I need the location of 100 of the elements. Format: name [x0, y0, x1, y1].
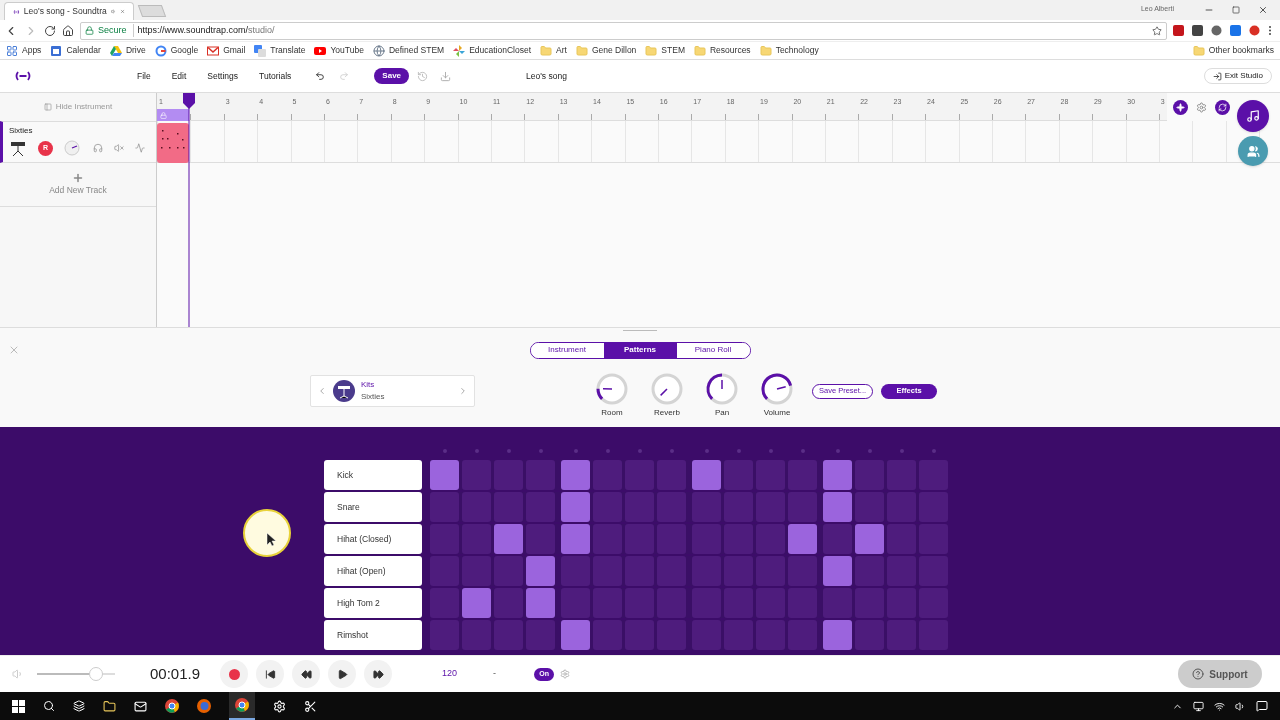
step-pad[interactable]	[692, 460, 721, 490]
instrument-label[interactable]: Rimshot	[324, 620, 422, 650]
step-pad[interactable]	[526, 588, 555, 618]
instrument-label[interactable]: Hihat (Closed)	[324, 524, 422, 554]
bookmark[interactable]: STEM	[645, 44, 685, 57]
step-pad[interactable]	[561, 620, 590, 650]
bookmark[interactable]: Defined STEM	[372, 44, 445, 57]
key[interactable]: -	[493, 667, 497, 681]
mail-icon[interactable]	[134, 699, 147, 713]
headphones-icon[interactable]	[93, 143, 103, 153]
step-pad[interactable]	[430, 460, 459, 490]
step-pad[interactable]	[823, 620, 852, 650]
automation-icon[interactable]	[135, 143, 145, 153]
knob[interactable]	[760, 371, 794, 406]
menu-icon[interactable]	[1268, 25, 1272, 36]
mute-icon[interactable]	[114, 143, 124, 153]
extension-icon[interactable]	[1192, 25, 1203, 36]
step-pad[interactable]	[823, 460, 852, 490]
bookmark[interactable]: Apps	[6, 44, 42, 57]
region-lock-bar[interactable]	[157, 109, 189, 121]
instrument-label[interactable]: Hihat (Open)	[324, 556, 422, 586]
next-icon[interactable]	[458, 386, 468, 396]
close-icon[interactable]	[1258, 5, 1268, 15]
extension-icon[interactable]	[1249, 25, 1260, 36]
pdf-icon[interactable]	[1173, 25, 1184, 36]
other-bookmarks[interactable]: Other bookmarks	[1192, 44, 1274, 57]
bookmark[interactable]: EducationCloset	[453, 44, 532, 57]
browser-tab[interactable]: Leo's song - Soundtra	[4, 2, 134, 20]
knob[interactable]	[595, 371, 629, 406]
knob[interactable]	[705, 371, 739, 406]
bookmark[interactable]: Resources	[694, 44, 751, 57]
bookmark[interactable]: Google	[154, 44, 199, 57]
previous-icon[interactable]	[317, 386, 327, 396]
tempo[interactable]: 120	[442, 667, 458, 681]
menu-item[interactable]: Edit	[171, 69, 187, 83]
folder-icon[interactable]	[103, 699, 116, 713]
restore-icon[interactable]	[1232, 6, 1240, 14]
bookmark[interactable]: Translate	[254, 44, 306, 57]
save-button[interactable]: Save	[374, 68, 410, 84]
skip-back-button[interactable]	[256, 660, 285, 688]
browser-icon[interactable]	[235, 698, 249, 712]
extension-icon[interactable]	[1211, 25, 1222, 36]
bookmark[interactable]: Technology	[759, 44, 819, 57]
panel-tab[interactable]: Patterns	[603, 342, 677, 358]
windows-icon[interactable]	[12, 699, 25, 713]
reload-icon[interactable]	[44, 24, 56, 37]
instrument-label[interactable]: High Tom 2	[324, 588, 422, 618]
network-icon[interactable]	[1214, 700, 1225, 712]
play-button[interactable]	[328, 660, 357, 688]
clip[interactable]	[157, 123, 189, 163]
soundtrap-logo-icon[interactable]	[14, 71, 32, 81]
panel-tab[interactable]: Piano Roll	[676, 342, 750, 358]
step-pad[interactable]	[561, 460, 590, 490]
bookmark-star-icon[interactable]	[1152, 25, 1162, 36]
scissors-icon[interactable]	[304, 699, 317, 713]
undo-icon[interactable]	[315, 71, 326, 81]
kit-selector[interactable]: Kits Sixties	[310, 375, 475, 407]
slider-thumb[interactable]	[88, 667, 103, 681]
search-icon[interactable]	[43, 700, 55, 712]
step-pad[interactable]	[823, 556, 852, 586]
home-icon[interactable]	[62, 24, 74, 37]
browser-icon[interactable]	[165, 699, 179, 713]
extension-icon[interactable]	[1230, 25, 1241, 36]
add-track-button[interactable]: Add New Track	[0, 163, 156, 207]
menu-item[interactable]: File	[137, 69, 151, 83]
bookmark[interactable]: Gene Dillon	[575, 44, 637, 57]
history-icon[interactable]	[417, 70, 429, 82]
volume-knob-icon[interactable]	[64, 140, 82, 156]
bookmark[interactable]: Calendar	[50, 44, 101, 57]
step-pad[interactable]	[462, 588, 491, 618]
instrument-label[interactable]: Kick	[324, 460, 422, 490]
playhead[interactable]	[183, 93, 195, 327]
firefox-icon[interactable]	[197, 699, 211, 713]
rewind-button[interactable]	[292, 660, 321, 688]
step-pad[interactable]	[788, 524, 817, 554]
sync-button[interactable]	[1215, 99, 1230, 115]
bookmark[interactable]: YouTube	[314, 44, 364, 57]
bookmark[interactable]: Gmail	[207, 44, 246, 57]
speaker-icon[interactable]	[1235, 700, 1246, 712]
bookmark[interactable]: Drive	[109, 44, 146, 57]
redo-icon[interactable]	[339, 71, 350, 81]
step-pad[interactable]	[823, 492, 852, 522]
download-icon[interactable]	[440, 70, 452, 82]
step-pad[interactable]	[561, 524, 590, 554]
record-button[interactable]	[220, 660, 249, 688]
instrument-label[interactable]: Snare	[324, 492, 422, 522]
bookmark[interactable]: Art	[540, 44, 567, 57]
notifications-icon[interactable]	[1256, 700, 1268, 712]
step-pad[interactable]	[855, 524, 884, 554]
step-pad[interactable]	[494, 524, 523, 554]
panel-tab[interactable]: Instrument	[530, 342, 604, 358]
menu-item[interactable]: Tutorials	[259, 69, 292, 83]
monitor-icon[interactable]	[1193, 700, 1204, 712]
sparkle-button[interactable]	[1173, 99, 1188, 115]
address-field[interactable]: Secure https://www.soundtrap.com/studio/	[80, 21, 1167, 40]
fast-forward-button[interactable]	[364, 660, 393, 688]
new-tab-button[interactable]	[137, 5, 167, 17]
step-pad[interactable]	[526, 556, 555, 586]
support-button[interactable]: Support	[1178, 660, 1262, 688]
task-view-icon[interactable]	[73, 700, 85, 712]
